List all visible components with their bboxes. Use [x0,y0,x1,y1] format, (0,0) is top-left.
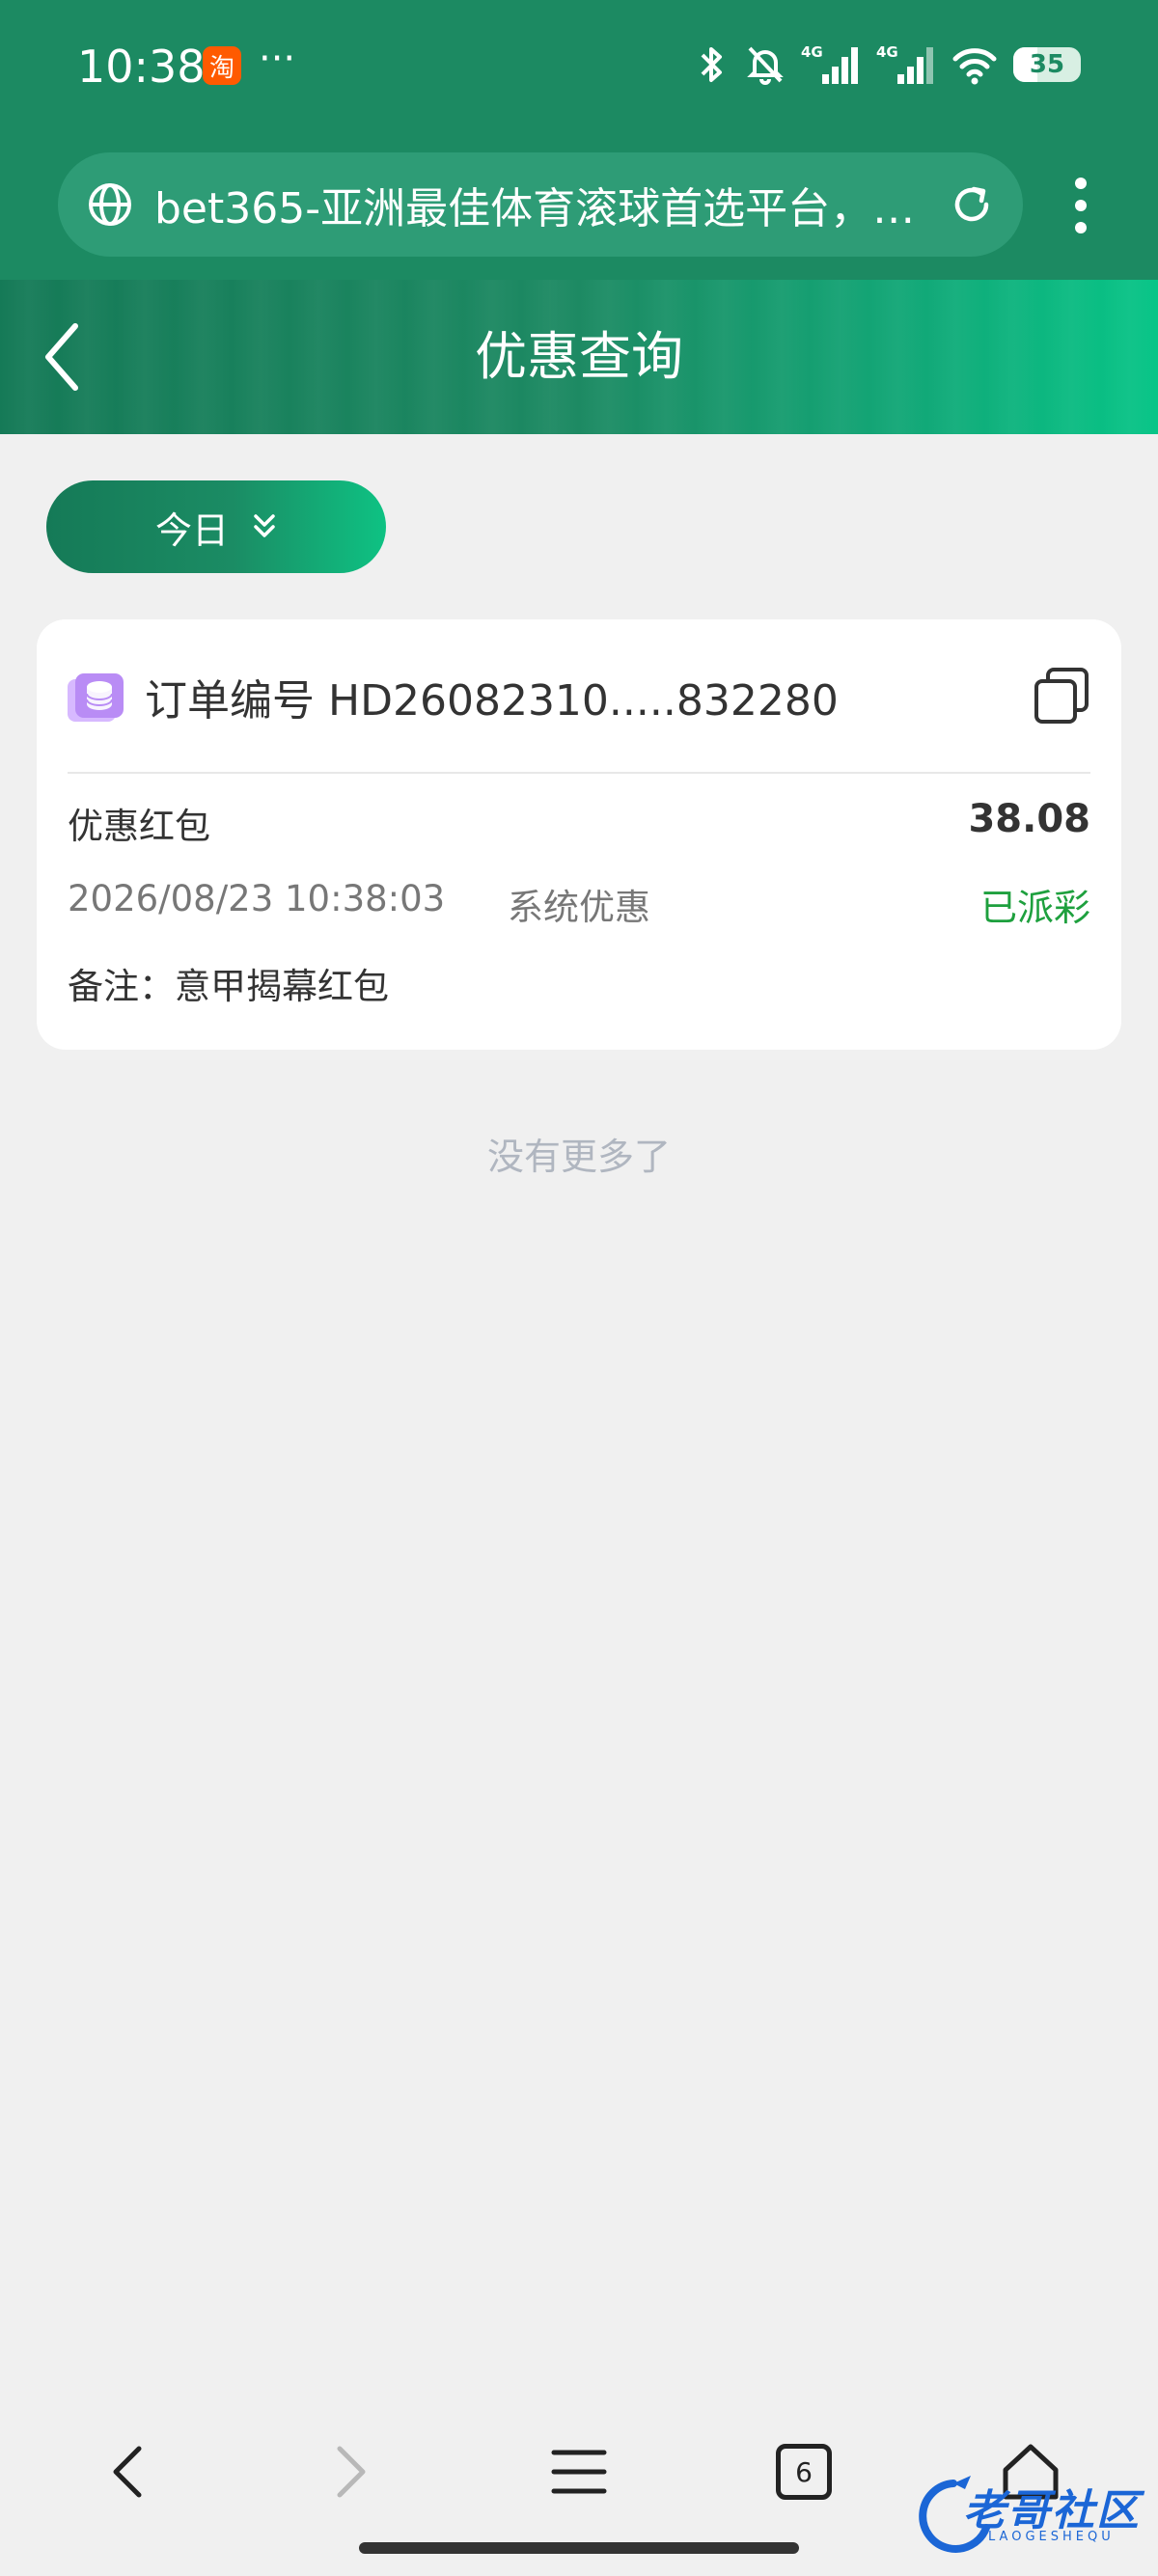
status-indicators: 4G 4G 35 [695,41,1081,89]
promotion-note: 备注：意甲揭幕红包 [68,966,389,1007]
reload-icon[interactable] [948,180,996,229]
arrow-back-icon [113,2446,142,2498]
mute-bell-icon [747,46,784,85]
date-filter-dropdown[interactable]: 今日 [46,480,386,573]
order-prefix: 订单编号 [145,676,315,726]
nav-back-button[interactable] [89,2433,166,2510]
double-chevron-down-icon [254,514,275,537]
nav-menu-button[interactable] [540,2433,618,2510]
promotion-datetime: 2026/08/23 10:38:03 [68,878,446,919]
arrow-forward-icon [337,2446,366,2498]
status-more-icon: ··· [259,37,296,81]
page-title: 优惠查询 [475,326,683,387]
date-filter-label: 今日 [154,508,229,552]
nav-forward-button[interactable] [313,2433,390,2510]
wifi-icon [952,48,997,85]
order-number: HD26082310.....832280 [328,676,839,726]
browser-menu-icon[interactable] [1062,172,1100,239]
battery-icon: 35 [1013,47,1081,82]
watermark-text: 老哥社区 [963,2486,1141,2535]
globe-icon [89,183,131,226]
promotion-amount: 38.08 [968,797,1090,841]
watermark-logo: 老哥社区 LAOGESHEQU [896,2470,1148,2557]
nav-tabs-button[interactable]: 6 [765,2433,842,2510]
promotion-source: 系统优惠 [508,887,650,928]
menu-dot [1075,222,1087,233]
gesture-home-indicator[interactable] [359,2542,799,2554]
bluetooth-icon [701,47,722,82]
page-header: 优惠查询 [0,280,1158,434]
menu-dot [1075,178,1087,189]
tab-count-icon: 6 [776,2444,832,2500]
svg-text:4G: 4G [876,43,898,61]
svg-text:4G: 4G [801,43,823,61]
promotion-type: 优惠红包 [68,806,210,847]
card-header: 订单编号 HD26082310.....832280 [68,619,1090,774]
order-number-label: 订单编号 HD26082310.....832280 [145,666,839,727]
status-badge: 已派彩 [979,887,1090,929]
copy-icon[interactable] [1033,666,1090,726]
address-url-text[interactable]: bet365-亚洲最佳体育滚球首选平台，… [154,174,926,235]
status-bar: 10:38 淘 ··· 4G 4G 35 [0,0,1158,135]
list-end-text: 没有更多了 [486,1136,671,1178]
hamburger-icon [551,2450,607,2494]
menu-dot [1075,200,1087,211]
battery-level: 35 [1029,50,1065,79]
status-time: 10:38 [77,41,206,93]
signal-4g-icon: 4G [801,43,858,84]
watermark-subtext: LAOGESHEQU [988,2530,1115,2544]
browser-chrome: 10:38 淘 ··· 4G 4G 35 bet365-亚洲最佳体育滚球首选平台… [0,0,1158,280]
coin-stack-icon [68,673,124,722]
taobao-app-icon: 淘 [203,46,241,85]
address-bar[interactable]: bet365-亚洲最佳体育滚球首选平台，… [58,152,1023,257]
signal-4g-2-icon: 4G [876,43,933,84]
